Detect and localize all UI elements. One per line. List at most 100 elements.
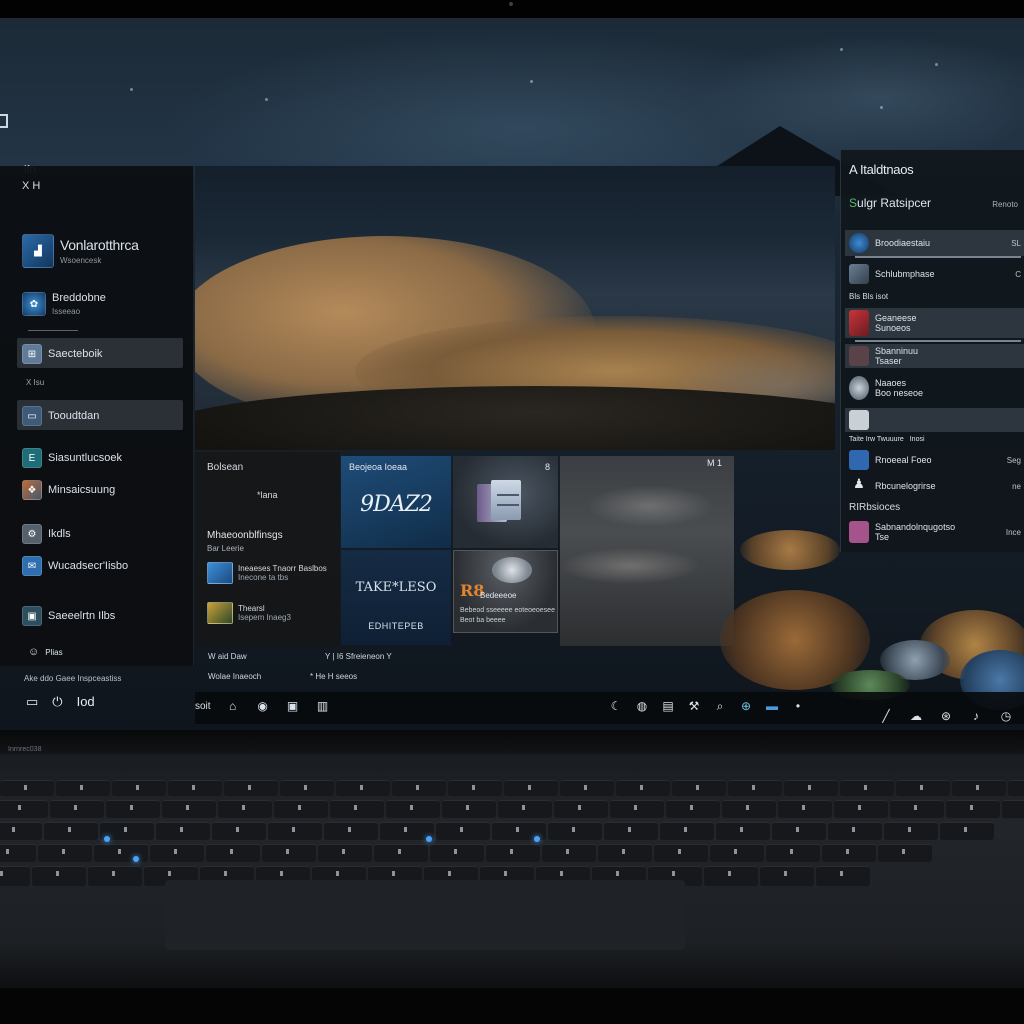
notification-item[interactable]: Sabnandolnqugotso Tse Ince — [845, 518, 1024, 546]
file-icon[interactable]: ▤ — [660, 698, 676, 714]
keyboard-key[interactable] — [268, 822, 322, 840]
tile-news[interactable]: TAKE*LESO EDHITEPEB — [341, 550, 451, 645]
keyboard-key[interactable] — [280, 780, 334, 796]
keyboard-key[interactable] — [890, 800, 944, 818]
keyboard-key[interactable] — [940, 822, 994, 840]
keyboard-key[interactable] — [448, 780, 502, 796]
keyboard-key[interactable] — [442, 800, 496, 818]
start-item-folder[interactable]: ▭ Tooudtdan — [22, 406, 99, 426]
start-item-terminal[interactable]: E Siasuntlucsoek — [22, 448, 122, 468]
keyboard-key[interactable] — [772, 822, 826, 840]
keyboard-key[interactable] — [0, 800, 48, 818]
keyboard-key[interactable] — [486, 844, 540, 862]
keyboard-key[interactable] — [324, 822, 378, 840]
keyboard-key[interactable] — [560, 780, 614, 796]
notification-item[interactable]: Geaneese Sunoeos — [845, 308, 1024, 338]
keyboard-key[interactable] — [722, 800, 776, 818]
keyboard-key[interactable] — [554, 800, 608, 818]
folder-icon[interactable]: ▭ — [26, 694, 38, 710]
keyboard-key[interactable] — [162, 800, 216, 818]
start-item-globe[interactable]: ✿ Breddobne Isseeao — [22, 292, 106, 316]
keyboard-key[interactable] — [604, 822, 658, 840]
keyboard-key[interactable] — [1002, 800, 1024, 818]
keyboard-key[interactable] — [430, 844, 484, 862]
keyboard-key[interactable] — [542, 844, 596, 862]
search-icon[interactable]: ⌕ — [712, 698, 728, 714]
keyboard-key[interactable] — [666, 800, 720, 818]
keyboard-key[interactable] — [884, 822, 938, 840]
keyboard-key[interactable] — [336, 780, 390, 796]
edge-icon[interactable]: ◉ — [255, 698, 271, 714]
keyboard-key[interactable] — [896, 780, 950, 796]
keyboard-key[interactable] — [498, 800, 552, 818]
keyboard-key[interactable] — [0, 822, 42, 840]
notification-item[interactable]: Schlubmphase C — [845, 262, 1024, 286]
keyboard-key[interactable] — [822, 844, 876, 862]
keyboard-key[interactable] — [274, 800, 328, 818]
keyboard-key[interactable] — [840, 780, 894, 796]
keyboard-key[interactable] — [330, 800, 384, 818]
keyboard-key[interactable] — [828, 822, 882, 840]
keyboard-key[interactable] — [436, 822, 490, 840]
keyboard-key[interactable] — [728, 780, 782, 796]
keyboard-key[interactable] — [610, 800, 664, 818]
keyboard-key[interactable] — [504, 780, 558, 796]
network-icon[interactable]: ⊛ — [938, 708, 954, 724]
pen-icon[interactable]: ╱ — [878, 708, 894, 724]
power-icon[interactable]: ⏻ — [52, 694, 62, 710]
keyboard-key[interactable] — [0, 780, 54, 796]
keyboard-key[interactable] — [168, 780, 222, 796]
keyboard-key[interactable] — [766, 844, 820, 862]
speaker-icon[interactable]: ♪ — [968, 708, 984, 724]
keyboard-key[interactable] — [218, 800, 272, 818]
keyboard-key[interactable] — [262, 844, 316, 862]
recent-item[interactable]: Thearsl Isepem Inaeg3 — [207, 602, 291, 624]
start-item-photos[interactable]: ⊞ Saecteboik — [22, 344, 102, 364]
keyboard-key[interactable] — [946, 800, 1000, 818]
start-item-app[interactable]: ▟ Vonlarotthrca Wsoencesk — [22, 234, 139, 268]
start-item-user[interactable]: ☺ Plias — [28, 646, 63, 658]
keyboard-key[interactable] — [44, 822, 98, 840]
moon-icon[interactable]: ☾ — [608, 698, 624, 714]
tool-icon[interactable]: ⚒ — [686, 698, 702, 714]
cloud-icon[interactable]: ☁ — [908, 708, 924, 724]
tile-clock[interactable]: Beojeoa Ioeaa 9DAZ2 — [341, 456, 451, 548]
keyboard-key[interactable] — [704, 866, 758, 886]
keyboard-key[interactable] — [816, 866, 870, 886]
notification-item[interactable]: ♟ Rbcunelogrirse ne — [845, 474, 1024, 498]
keyboard-key[interactable] — [374, 844, 428, 862]
files-icon[interactable]: ▥ — [315, 698, 331, 714]
keyboard-key[interactable] — [716, 822, 770, 840]
browser-icon[interactable]: ◍ — [634, 698, 650, 714]
dot-icon[interactable]: • — [790, 698, 806, 714]
keyboard-key[interactable] — [392, 780, 446, 796]
keyboard-key[interactable] — [156, 822, 210, 840]
keyboard-key[interactable] — [616, 780, 670, 796]
keyboard-key[interactable] — [672, 780, 726, 796]
keyboard-key[interactable] — [952, 780, 1006, 796]
keyboard-key[interactable] — [38, 844, 92, 862]
store-icon[interactable]: ⌂ — [225, 698, 241, 714]
edge-handle-icon[interactable] — [0, 114, 8, 128]
keyboard-key[interactable] — [112, 780, 166, 796]
notification-item[interactable]: Rnoeeal Foeo Seg — [845, 448, 1024, 472]
mail-icon[interactable]: ▣ — [285, 698, 301, 714]
notification-item[interactable] — [845, 408, 1024, 432]
keyboard-key[interactable] — [0, 866, 30, 886]
start-item-game[interactable]: ❖ Minsaicsuung — [22, 480, 115, 500]
keyboard-key[interactable] — [878, 844, 932, 862]
tile-game[interactable]: R8 Bedeeeoe Bebeod sseeeee eoteoeoesee B… — [453, 550, 558, 633]
keyboard-key[interactable] — [32, 866, 86, 886]
keyboard-key[interactable] — [654, 844, 708, 862]
keyboard-key[interactable] — [548, 822, 602, 840]
keyboard-key[interactable] — [50, 800, 104, 818]
keyboard-key[interactable] — [386, 800, 440, 818]
photo-viewer-window[interactable]: M 1 — [560, 456, 734, 646]
keyboard-key[interactable] — [660, 822, 714, 840]
keyboard-key[interactable] — [710, 844, 764, 862]
window-controls[interactable]: M 1 — [707, 458, 722, 468]
keyboard-key[interactable] — [106, 800, 160, 818]
tile-files[interactable]: 8 — [453, 456, 558, 548]
keyboard-key[interactable] — [94, 844, 148, 862]
keyboard-key[interactable] — [88, 866, 142, 886]
